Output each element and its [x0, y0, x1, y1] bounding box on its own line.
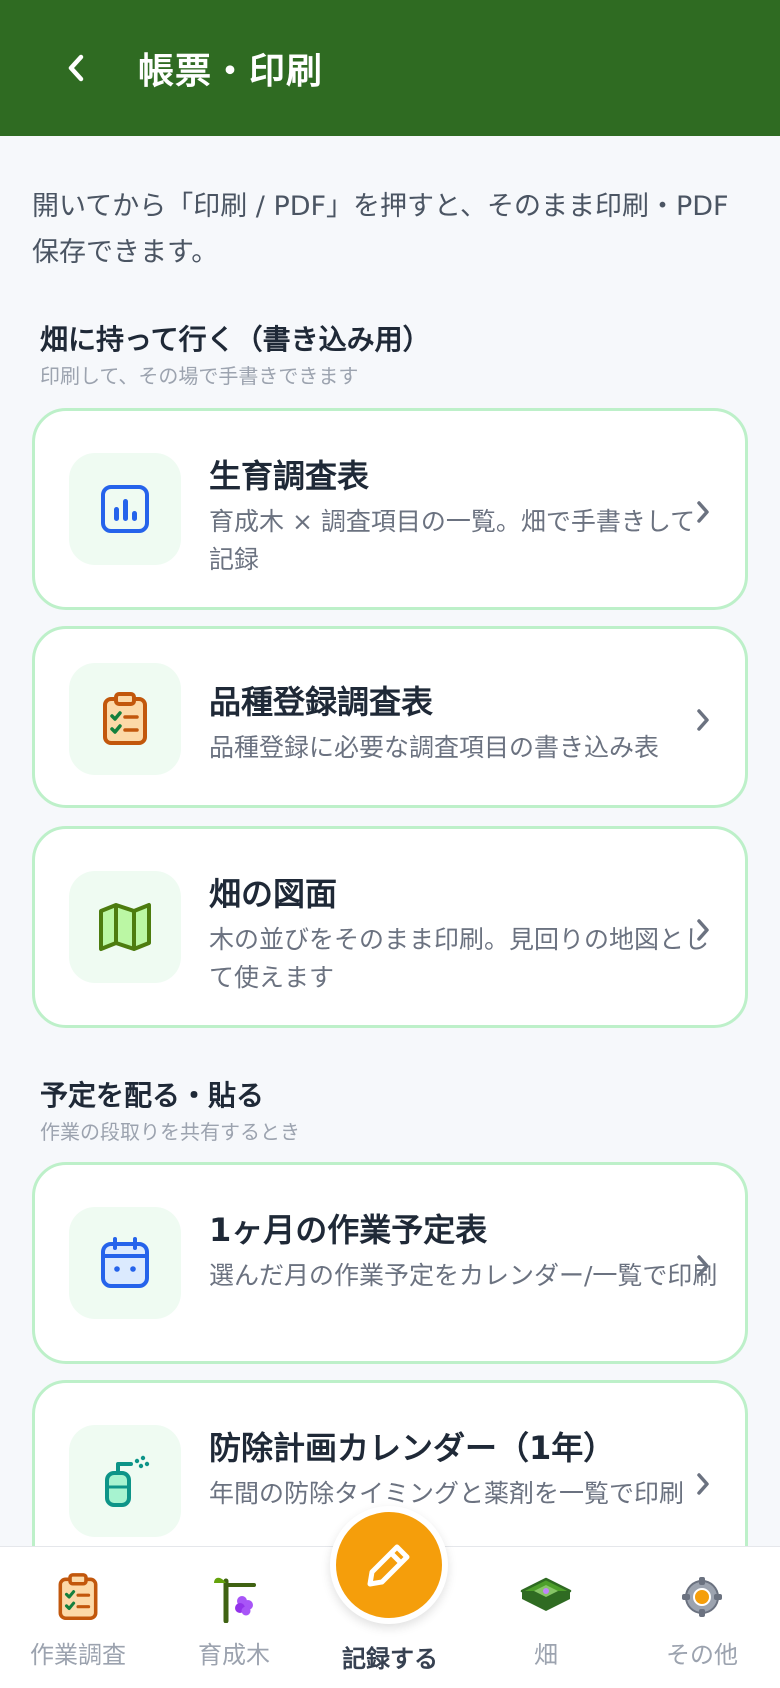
nav-item-seedlings[interactable]: 育成木: [164, 1547, 304, 1688]
pencil-icon: [367, 1544, 410, 1587]
card-variety-registration[interactable]: 品種登録調査表 品種登録に必要な調査項目の書き込み表: [32, 626, 748, 808]
page-title: 帳票・印刷: [138, 51, 324, 92]
nav-item-field[interactable]: 畑: [476, 1547, 616, 1688]
nav-label: 作業調査: [30, 1641, 126, 1669]
chevron-right-icon: [691, 915, 715, 945]
nav-label: 育成木: [198, 1641, 270, 1669]
card-icon-wrap: [69, 871, 181, 983]
gear-icon: [672, 1567, 732, 1627]
card-field-map[interactable]: 畑の図面 木の並びをそのまま印刷。見回りの地図として使えます: [32, 826, 748, 1028]
nav-label: 畑: [534, 1641, 558, 1669]
chevron-right-icon: [691, 1251, 715, 1281]
chevron-right-icon: [691, 497, 715, 527]
clipboard-check-icon: [103, 692, 147, 745]
nav-label: その他: [666, 1641, 738, 1669]
back-button[interactable]: [48, 40, 104, 96]
seedling-icon: [204, 1567, 264, 1627]
intro-text: 開いてから「印刷 / PDF」を押すと、そのまま印刷・PDF保存できます。: [32, 191, 729, 268]
map-icon: [99, 903, 151, 951]
card-growth-survey[interactable]: 生育調査表 育成木 × 調査項目の一覧。畑で手書きして記録: [32, 408, 748, 610]
clipboard-check-icon: [48, 1567, 108, 1627]
calendar-icon: [101, 1237, 149, 1288]
card-icon-wrap: [69, 663, 181, 775]
card-icon-wrap: [69, 1425, 181, 1537]
card-description: 品種登録に必要な調査項目の書き込み表: [209, 733, 660, 762]
nav-item-work-survey[interactable]: 作業調査: [8, 1547, 148, 1688]
card-monthly-schedule[interactable]: 1ヶ月の作業予定表 選んだ月の作業予定をカレンダー/一覧で印刷: [32, 1162, 748, 1364]
card-icon-wrap: [69, 1207, 181, 1319]
sprayer-icon: [105, 1455, 150, 1507]
section-subtitle-schedule: 作業の段取りを共有するとき: [40, 1120, 300, 1144]
card-description: 年間の防除タイミングと薬剤を一覧で印刷: [209, 1479, 685, 1508]
card-icon-wrap: [69, 453, 181, 565]
card-title: 品種登録調査表: [209, 683, 434, 721]
card-description: 木の並びをそのまま印刷。見回りの地図として使えます: [209, 925, 710, 992]
record-fab-button[interactable]: [330, 1506, 448, 1624]
section-subtitle-field: 印刷して、その場で手書きできます: [40, 364, 359, 388]
nav-item-other[interactable]: その他: [632, 1547, 772, 1688]
app-header: 帳票・印刷: [0, 0, 780, 136]
chart-bar-icon: [101, 485, 149, 533]
card-title: 防除計画カレンダー（1年）: [209, 1429, 616, 1467]
card-description: 育成木 × 調査項目の一覧。畑で手書きして記録: [209, 507, 696, 574]
section-title-schedule: 予定を配る・貼る: [40, 1079, 265, 1112]
section-title-field: 畑に持って行く（書き込み用）: [40, 323, 431, 356]
card-title: 生育調査表: [209, 457, 370, 495]
chevron-left-icon: [68, 54, 84, 82]
nav-label: 記録する: [342, 1645, 438, 1673]
chevron-right-icon: [691, 1469, 715, 1499]
card-description: 選んだ月の作業予定をカレンダー/一覧で印刷: [209, 1261, 718, 1290]
field-icon: [516, 1567, 576, 1627]
card-title: 畑の図面: [209, 875, 338, 913]
card-title: 1ヶ月の作業予定表: [209, 1211, 488, 1249]
chevron-right-icon: [691, 705, 715, 735]
